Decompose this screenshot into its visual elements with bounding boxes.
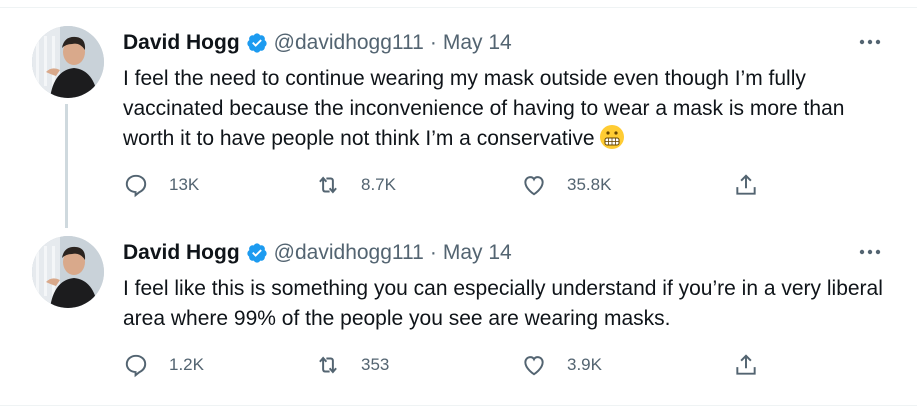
- tweet-text-content: I feel the need to continue wearing my m…: [123, 67, 845, 150]
- like-icon: [524, 176, 544, 196]
- retweet-count: 8.7K: [361, 175, 396, 194]
- retweet-button[interactable]: 353: [315, 350, 389, 380]
- reply-icon: [125, 354, 147, 378]
- more-options-icon[interactable]: [856, 34, 884, 50]
- share-button[interactable]: [733, 350, 759, 380]
- reply-button[interactable]: 13K: [123, 170, 199, 200]
- more-options-icon[interactable]: [856, 244, 884, 260]
- tweet-header: David Hogg @davidhogg111 · May 14: [123, 239, 512, 267]
- verified-badge-icon: [246, 242, 268, 264]
- like-button[interactable]: 3.9K: [521, 350, 602, 380]
- reply-button[interactable]: 1.2K: [123, 350, 204, 380]
- retweet-count: 353: [361, 355, 390, 374]
- verified-badge-icon: [246, 32, 268, 54]
- tweet-date[interactable]: May 14: [443, 241, 512, 265]
- like-count: 35.8K: [567, 175, 612, 194]
- tweet-actions: 13K 8.7K 35.8K: [123, 170, 773, 200]
- tweet[interactable]: David Hogg @davidhogg111 · May 14 I feel…: [0, 16, 917, 216]
- tweet[interactable]: David Hogg @davidhogg111 · May 14 I feel…: [0, 226, 917, 406]
- tweet-thread: David Hogg @davidhogg111 · May 14 I feel…: [0, 0, 917, 408]
- reply-count: 13K: [169, 175, 200, 194]
- like-count: 3.9K: [567, 355, 602, 374]
- author-name[interactable]: David Hogg: [123, 241, 240, 265]
- top-divider: [0, 7, 917, 8]
- share-icon: [736, 174, 756, 195]
- tweet-actions: 1.2K 353 3.9K: [123, 350, 773, 380]
- retweet-icon: [319, 176, 337, 194]
- author-handle[interactable]: @davidhogg111: [274, 241, 424, 265]
- tweet-text-content: I feel like this is something you can es…: [123, 277, 883, 330]
- avatar[interactable]: [32, 236, 104, 308]
- share-button[interactable]: [733, 170, 759, 200]
- like-button[interactable]: 35.8K: [521, 170, 611, 200]
- separator-dot: ·: [429, 31, 437, 54]
- like-icon: [524, 356, 544, 376]
- avatar[interactable]: [32, 26, 104, 98]
- tweet-text: I feel the need to continue wearing my m…: [123, 64, 883, 154]
- bottom-divider: [0, 405, 917, 406]
- tweet-text: I feel like this is something you can es…: [123, 274, 883, 334]
- retweet-button[interactable]: 8.7K: [315, 170, 396, 200]
- tweet-date[interactable]: May 14: [443, 31, 512, 55]
- reply-count: 1.2K: [169, 355, 204, 374]
- grimacing-face-icon: [599, 124, 625, 150]
- reply-icon: [125, 174, 147, 198]
- author-handle[interactable]: @davidhogg111: [274, 31, 424, 55]
- author-name[interactable]: David Hogg: [123, 31, 240, 55]
- retweet-icon: [319, 356, 337, 374]
- separator-dot: ·: [429, 241, 437, 264]
- tweet-header: David Hogg @davidhogg111 · May 14: [123, 29, 512, 57]
- share-icon: [736, 354, 756, 375]
